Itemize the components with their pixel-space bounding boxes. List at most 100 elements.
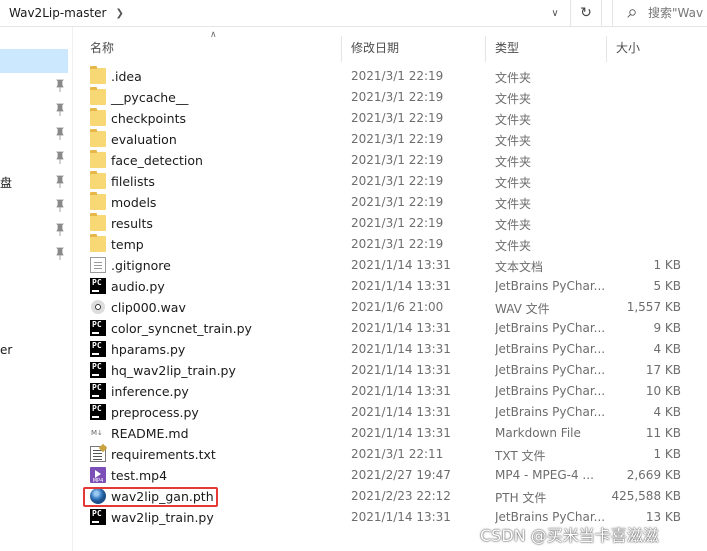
file-row[interactable]: README.md 2021/1/14 13:31 Markdown File 11 … [80,423,707,444]
nav-item-label[interactable]: 盘 [0,174,12,191]
folder-icon [90,87,106,105]
file-name[interactable]: requirements.txt [111,447,216,462]
file-name[interactable]: README.md [111,426,189,441]
file-name[interactable]: inference.py [111,384,189,399]
file-row[interactable]: .gitignore 2021/1/14 13:31 文本文档 1 KB [80,255,707,276]
file-size: 1 KB [653,447,681,461]
file-name[interactable]: evaluation [111,132,177,147]
folder-icon [90,213,106,231]
file-modified: 2021/1/14 13:31 [351,258,451,272]
pin-icon[interactable] [55,151,65,165]
file-name[interactable]: temp [111,237,144,252]
file-type: 文件夹 [495,92,532,106]
column-header-name[interactable]: 名称 [90,36,114,58]
file-name[interactable]: clip000.wav [111,300,186,315]
file-row[interactable]: __pycache__ 2021/3/1 22:19 文件夹 [80,87,707,108]
search-input[interactable] [648,6,707,20]
file-size: 425,588 KB [611,489,681,503]
file-name[interactable]: .gitignore [111,258,171,273]
file-row[interactable]: clip000.wav 2021/1/6 21:00 WAV 文件 1,557 KB [80,297,707,318]
column-header-size[interactable]: 大小 [616,36,640,58]
file-row[interactable]: PC hparams.py 2021/1/14 13:31 JetBrains PyC… [80,339,707,360]
file-modified: 2021/1/14 13:31 [351,279,451,293]
pin-icon[interactable] [55,247,65,261]
pin-icon[interactable] [55,175,65,189]
file-row[interactable]: evaluation 2021/3/1 22:19 文件夹 [80,129,707,150]
breadcrumb[interactable]: Wav2Lip-master ❯ [0,0,568,26]
file-modified: 2021/3/1 22:11 [351,447,444,461]
file-name[interactable]: checkpoints [111,111,186,126]
file-name[interactable]: test.mp4 [111,468,167,483]
file-name[interactable]: color_syncnet_train.py [111,321,252,336]
file-type: JetBrains PyChar... [495,342,605,356]
column-header-modified[interactable]: 修改日期 [351,36,399,58]
file-row[interactable]: PC hq_wav2lip_train.py 2021/1/14 13:31 JetB… [80,360,707,381]
file-size: 9 KB [653,321,681,335]
pycharm-file-icon: PC [90,320,106,336]
address-bar: Wav2Lip-master ❯ ∨ ↻ [0,0,707,27]
file-type: 文件夹 [495,218,532,232]
file-row[interactable]: PC inference.py 2021/1/14 13:31 JetBrains P… [80,381,707,402]
file-size: 4 KB [653,342,681,356]
file-row[interactable]: PC audio.py 2021/1/14 13:31 JetBrains PyCha… [80,276,707,297]
chevron-right-icon[interactable]: ❯ [115,8,123,19]
nav-selected-item[interactable] [0,49,68,73]
file-name[interactable]: hparams.py [111,342,185,357]
file-row[interactable]: test.mp4 2021/2/27 19:47 MP4 - MPEG-4 ... 2… [80,465,707,486]
file-modified: 2021/3/1 22:19 [351,132,444,146]
file-row[interactable]: .idea 2021/3/1 22:19 文件夹 [80,66,707,87]
pycharm-file-icon: PC [90,278,106,294]
breadcrumb-item[interactable]: Wav2Lip-master [0,6,106,20]
file-row[interactable]: PC preprocess.py 2021/1/14 13:31 JetBrains … [80,402,707,423]
file-row[interactable]: checkpoints 2021/3/1 22:19 文件夹 [80,108,707,129]
file-name[interactable]: models [111,195,156,210]
file-name[interactable]: filelists [111,174,155,189]
file-size: 5 KB [653,279,681,293]
file-row[interactable]: filelists 2021/3/1 22:19 文件夹 [80,171,707,192]
file-modified: 2021/1/14 13:31 [351,342,451,356]
column-separator[interactable] [606,36,607,62]
file-type: JetBrains PyChar... [495,321,605,335]
refresh-button[interactable]: ↻ [570,0,602,26]
pin-icon[interactable] [55,199,65,213]
pin-icon[interactable] [55,127,65,141]
file-row[interactable]: requirements.txt 2021/3/1 22:11 TXT 文件 1 KB [80,444,707,465]
file-name[interactable]: hq_wav2lip_train.py [111,363,236,378]
file-row[interactable]: results 2021/3/1 22:19 文件夹 [80,213,707,234]
folder-icon [90,150,106,168]
file-name[interactable]: wav2lip_train.py [111,510,214,525]
column-header-type[interactable]: 类型 [495,36,519,58]
file-modified: 2021/1/14 13:31 [351,363,451,377]
search-box[interactable] [612,0,707,26]
file-type: WAV 文件 [495,302,550,316]
address-dropdown-icon[interactable]: ∨ [543,0,567,26]
file-name[interactable]: __pycache__ [111,90,188,105]
folder-icon [90,192,106,210]
file-name[interactable]: .idea [111,69,142,84]
file-type: JetBrains PyChar... [495,363,605,377]
refresh-icon: ↻ [580,5,592,21]
file-modified: 2021/3/1 22:19 [351,174,444,188]
column-separator[interactable] [341,36,342,62]
file-name[interactable]: audio.py [111,279,165,294]
column-separator[interactable] [485,36,486,62]
file-type: 文件夹 [495,197,532,211]
pin-icon[interactable] [55,223,65,237]
file-row[interactable]: PC color_syncnet_train.py 2021/1/14 13:31 J… [80,318,707,339]
file-size: 1,557 KB [626,300,681,314]
file-name[interactable]: preprocess.py [111,405,199,420]
nav-item-label[interactable]: er [0,343,12,357]
pin-icon[interactable] [55,103,65,117]
file-type: TXT 文件 [495,449,546,463]
file-row[interactable]: temp 2021/3/1 22:19 文件夹 [80,234,707,255]
pin-icon[interactable] [55,79,65,93]
file-type: PTH 文件 [495,491,547,505]
file-row[interactable]: models 2021/3/1 22:19 文件夹 [80,192,707,213]
pycharm-file-icon: PC [90,509,106,525]
file-size: 10 KB [645,384,681,398]
file-name[interactable]: face_detection [111,153,203,168]
file-name[interactable]: results [111,216,153,231]
file-row[interactable]: face_detection 2021/3/1 22:19 文件夹 [80,150,707,171]
file-modified: 2021/1/14 13:31 [351,426,451,440]
file-type: 文件夹 [495,71,532,85]
